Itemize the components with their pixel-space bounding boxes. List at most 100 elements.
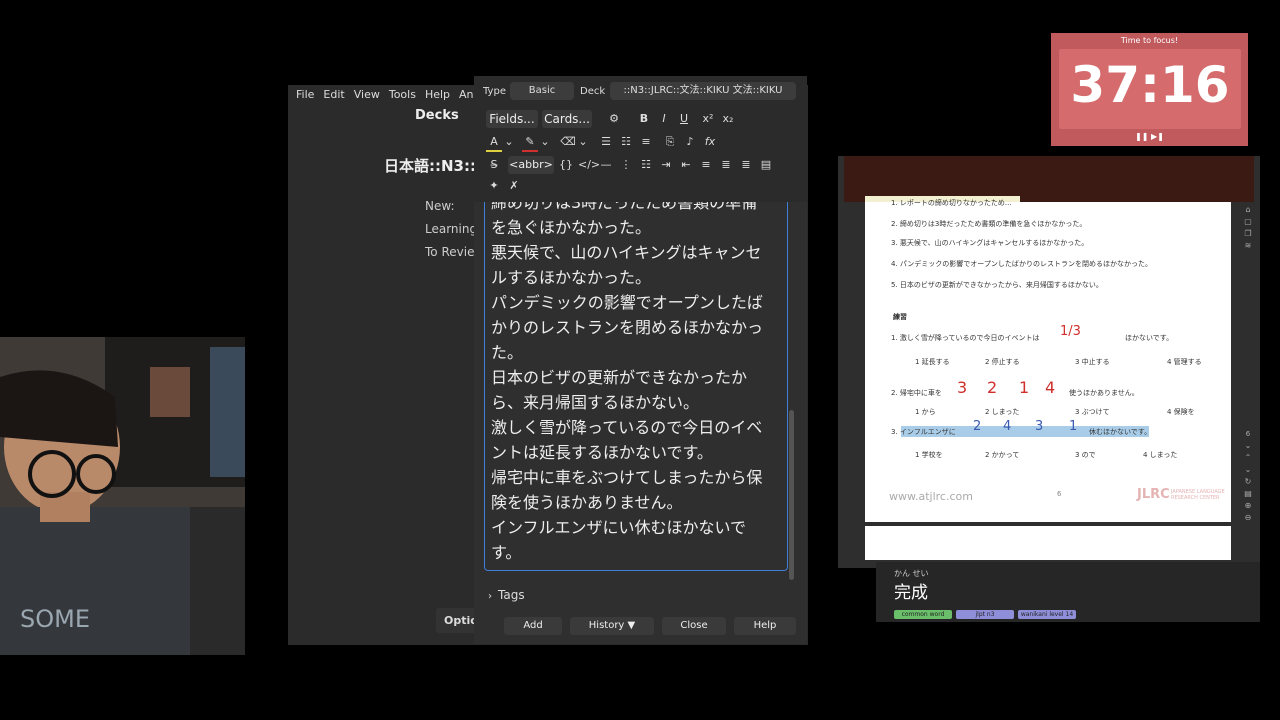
timer-title: Time to focus! [1120, 36, 1179, 45]
editor-toolbar: Type Basic Deck ::N3::JLRC::文法::KIKU 文法:… [474, 76, 807, 202]
menu-file[interactable]: File [296, 88, 314, 102]
eraser-icon[interactable]: ⌫ [560, 134, 576, 150]
align-icon[interactable]: ≡ [638, 134, 654, 150]
field-line: 帰宅中に車をぶつけてしまったから保 [491, 468, 763, 487]
history-button[interactable]: History ▼ [570, 617, 654, 635]
align-right-icon[interactable]: ≣ [738, 157, 754, 173]
field-line: パンデミックの影響でオープンしたば [491, 293, 763, 312]
strikethrough-icon[interactable]: S̶ [486, 157, 502, 173]
align-left-icon[interactable]: ≣ [718, 157, 734, 173]
cards-button[interactable]: Cards... [542, 110, 592, 128]
underline-icon[interactable]: U [676, 111, 692, 127]
highlight-icon[interactable]: ✎ [522, 134, 538, 152]
chevron-down-icon[interactable]: ⌄ [1242, 464, 1254, 476]
pdf-line: 2. 締め切りは3時だったため書類の準備を急ぐほかなかった。 [891, 220, 1087, 228]
question-3: 3. インフルエンザに [891, 428, 956, 436]
chevron-down-icon[interactable]: ⌄ [540, 134, 550, 150]
microphone-icon[interactable]: ♪ [682, 134, 698, 150]
outdent-icon[interactable]: ⇤ [678, 157, 694, 173]
type-label: Type [483, 86, 506, 97]
layers-icon[interactable]: ≋ [1242, 240, 1254, 252]
field-line: 悪天候で、山のハイキングはキャンセ [491, 243, 762, 262]
chevron-up-icon[interactable]: ⌃ [1242, 452, 1254, 464]
gear-icon[interactable]: ⚙ [606, 111, 622, 127]
bullet-list-icon[interactable]: ☰ [598, 134, 614, 150]
subscript-icon[interactable]: x₂ [720, 111, 736, 127]
question-1: 1. 激しく雪が降っているので今日のイベントは [891, 334, 1040, 342]
rotate-icon[interactable]: ↻ [1242, 476, 1254, 488]
menu-tools[interactable]: Tools [389, 88, 416, 102]
timer-controls[interactable]: ❚❚ ▶❚ [1051, 132, 1248, 141]
menu-help[interactable]: Help [425, 88, 450, 102]
q1-option: 3 中止する [1075, 358, 1110, 366]
zoom-in-icon[interactable]: ⊕ [1242, 500, 1254, 512]
q2-option: 3 ぶつけて [1075, 408, 1110, 416]
superscript-icon[interactable]: x² [700, 111, 716, 127]
q3-answer: 2 [973, 419, 982, 434]
note-type-selector[interactable]: Basic [510, 82, 574, 100]
q2-answer: 2 [987, 378, 998, 397]
question-2: 2. 帰宅中に車を [891, 389, 942, 397]
chevron-down-icon[interactable]: ⌄ [578, 134, 588, 150]
list-icon[interactable]: ⋮ [618, 157, 634, 173]
field-content[interactable]: 締め切りは3時だったため書類の準備 を急ぐほかなかった。 悪天候で、山のハイキン… [485, 202, 787, 565]
ordered-list-icon[interactable]: ☷ [638, 157, 654, 173]
pdf-page[interactable]: 1. レポートの締め切りなかったため... 2. 締め切りは3時だったため書類の… [865, 199, 1231, 522]
clear-format-icon[interactable]: ✗ [506, 178, 522, 194]
q2-option: 1 から [915, 408, 936, 416]
question-1-answer: 1/3 [1060, 324, 1081, 339]
attach-icon[interactable]: ⎘ [662, 134, 678, 150]
field-line: 激しく雪が降っているので今日のイベ [491, 418, 763, 437]
abbr-button[interactable]: <abbr> [508, 156, 554, 174]
add-button[interactable]: Add [504, 617, 562, 635]
question-2-suffix: 使うほかありません。 [1069, 389, 1139, 397]
bookmark-icon[interactable]: ▢ [1242, 216, 1254, 228]
document-icon[interactable]: ▤ [1242, 488, 1254, 500]
horizontal-rule-icon[interactable]: — [598, 157, 614, 173]
menu-edit[interactable]: Edit [323, 88, 344, 102]
indent-icon[interactable]: ⇥ [658, 157, 674, 173]
chevron-down-icon[interactable]: ⌄ [504, 134, 514, 150]
zoom-out-icon[interactable]: ⊖ [1242, 512, 1254, 524]
chevron-down-icon[interactable]: ⌄ [1242, 440, 1254, 452]
fields-button[interactable]: Fields... [486, 110, 538, 128]
page-indicator: 6 [1245, 430, 1251, 438]
svg-text:SOME: SOME [20, 605, 90, 633]
practice-title: 練習 [893, 313, 907, 321]
help-button[interactable]: Help [734, 617, 796, 635]
decks-title[interactable]: Decks [415, 108, 459, 123]
field-line: 険を使うほかありません。 [491, 493, 683, 512]
bold-icon[interactable]: B [636, 111, 652, 127]
justify-icon[interactable]: ▤ [758, 157, 774, 173]
next-page-preview [865, 526, 1231, 560]
field-line: ントは延長するほかないです。 [491, 443, 713, 462]
q1-option: 1 延長する [915, 358, 950, 366]
text-color-icon[interactable]: A [486, 134, 502, 152]
tags-label: Tags [498, 588, 525, 602]
q3-option: 3 ので [1075, 451, 1096, 459]
home-icon[interactable]: ⌂ [1242, 204, 1254, 216]
pdf-viewer-window: 1. レポートの締め切りなかったため... 2. 締め切りは3時だったため書類の… [838, 156, 1260, 568]
pdf-line: 5. 日本のビザの更新ができなかったから、来月帰国するほかない。 [891, 281, 1103, 289]
front-field-editor[interactable]: 締め切りは3時だったため書類の準備 を急ぐほかなかった。 悪天候で、山のハイキン… [484, 202, 788, 571]
function-icon[interactable]: fx [702, 134, 718, 150]
menu-bar: File Edit View Tools Help Anki [288, 85, 483, 105]
close-button[interactable]: Close [662, 617, 726, 635]
deck-label: Deck [580, 86, 606, 97]
code-icon[interactable]: </> [578, 157, 600, 173]
copy-icon[interactable]: ❐ [1242, 228, 1254, 240]
tag-wanikani: wanikani level 14 [1018, 610, 1076, 619]
align-center-icon[interactable]: ≡ [698, 157, 714, 173]
numbered-list-icon[interactable]: ☷ [618, 134, 634, 150]
editor-scrollbar[interactable] [789, 410, 794, 580]
menu-view[interactable]: View [354, 88, 380, 102]
webcam-feed: SOME [0, 337, 245, 655]
italic-icon[interactable]: I [656, 111, 672, 127]
deck-selector[interactable]: ::N3::JLRC::文法::KIKU 文法::KIKU [610, 82, 796, 100]
q2-option: 2 しまった [985, 408, 1020, 416]
tags-toggle[interactable]: › Tags [488, 588, 525, 602]
braces-icon[interactable]: {} [558, 157, 574, 173]
pdf-sidebar-tools: ⌂ ▢ ❐ ≋ 6 ⌄ ⌃ ⌄ ↻ ▤ ⊕ ⊖ [1242, 204, 1256, 564]
runner-icon[interactable]: ✦ [486, 178, 502, 194]
pdf-line: 3. 悪天候で、山のハイキングはキャンセルするほかなかった。 [891, 239, 1089, 247]
